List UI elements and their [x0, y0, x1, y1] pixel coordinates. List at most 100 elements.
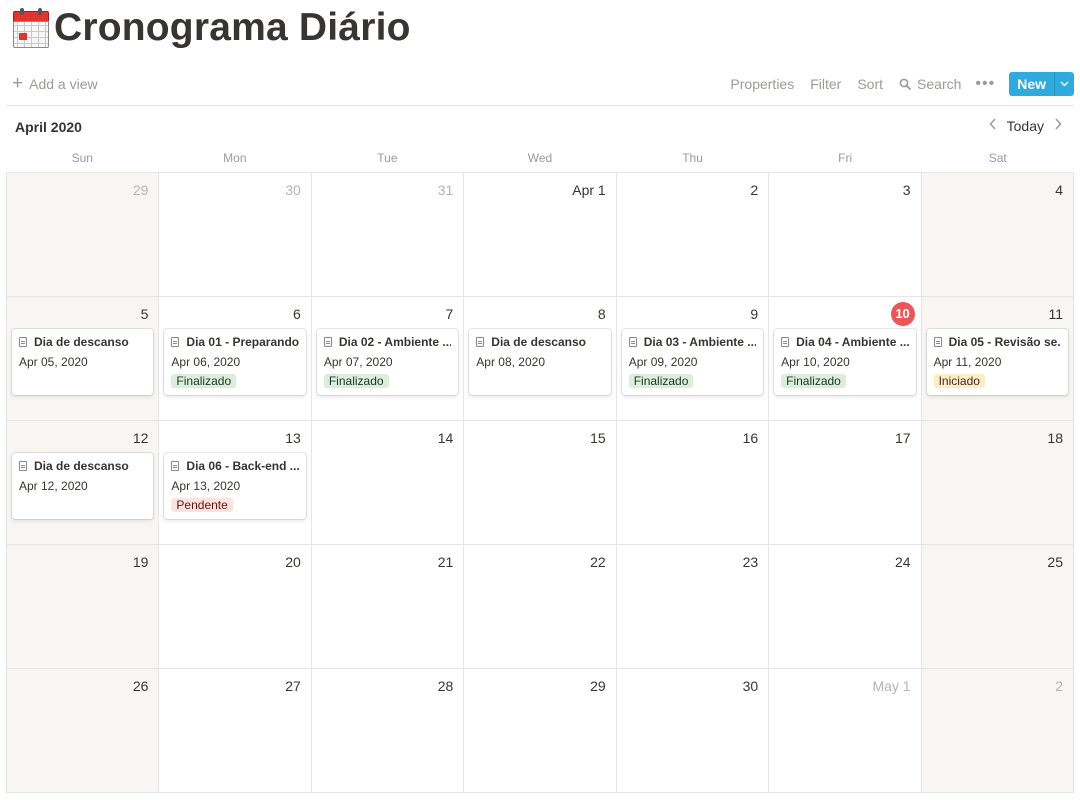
day-cell[interactable]: 14 — [311, 421, 465, 545]
day-cell[interactable]: 2 — [921, 669, 1074, 793]
event-card[interactable]: Dia de descanso Apr 08, 2020 — [469, 329, 611, 395]
day-cell[interactable]: 18 — [921, 421, 1074, 545]
day-cell[interactable]: 2 — [616, 173, 770, 297]
day-cell[interactable]: 3 — [769, 173, 922, 297]
day-number: 19 — [132, 554, 149, 570]
sort-button[interactable]: Sort — [857, 76, 883, 92]
day-cell[interactable]: 27 — [159, 669, 312, 793]
day-number: 11 — [1048, 306, 1063, 322]
day-cell[interactable]: 5 Dia de descanso Apr 05, 2020 — [7, 297, 160, 421]
event-card[interactable]: Dia de descanso Apr 12, 2020 — [12, 453, 154, 519]
view-toolbar: + Add a view Properties Filter Sort Sear… — [6, 68, 1074, 106]
day-number: 12 — [132, 430, 149, 446]
day-number: 13 — [285, 430, 301, 446]
day-number: 21 — [437, 554, 454, 570]
day-cell[interactable]: 16 — [616, 421, 770, 545]
filter-button[interactable]: Filter — [810, 76, 841, 92]
page-document-icon — [628, 337, 637, 347]
day-number: 7 — [445, 306, 454, 322]
event-date: Apr 09, 2020 — [628, 355, 698, 369]
event-title-row: Dia de descanso — [476, 335, 603, 349]
day-cell[interactable]: 30 — [159, 173, 312, 297]
add-view-button[interactable]: + Add a view — [12, 74, 98, 93]
event-title-row: Dia 01 - Preparando... — [171, 335, 299, 349]
weekday-label-fri: Fri — [838, 151, 853, 165]
event-card[interactable]: Dia 06 - Back-end ... Apr 13, 2020 Pendent… — [164, 453, 306, 519]
event-title: Dia 04 - Ambiente ... — [796, 335, 909, 349]
day-cell[interactable]: 8 Dia de descanso Apr 08, 2020 — [464, 297, 617, 421]
day-cell[interactable]: 21 — [311, 545, 465, 669]
event-card[interactable]: Dia 01 - Preparando... Apr 06, 2020 Finali… — [164, 329, 306, 395]
day-cell[interactable]: 23 — [616, 545, 770, 669]
search-button[interactable]: Search — [899, 76, 961, 92]
event-title: Dia 03 - Ambiente ... — [643, 335, 757, 349]
event-card[interactable]: Dia 03 - Ambiente ... Apr 09, 2020 Finaliz… — [621, 329, 764, 395]
day-cell[interactable]: 11 Dia 05 - Revisão se... Apr 11, 2020 Inic… — [921, 297, 1074, 421]
page-document-icon — [323, 337, 332, 347]
event-date: Apr 13, 2020 — [171, 479, 241, 493]
event-title-row: Dia 06 - Back-end ... — [171, 459, 299, 473]
new-button[interactable]: New — [1009, 72, 1054, 96]
day-cell[interactable]: 13 Dia 06 - Back-end ... Apr 13, 2020 Pende… — [159, 421, 312, 545]
event-card[interactable]: Dia 05 - Revisão se... Apr 11, 2020 Inicia… — [926, 329, 1068, 395]
day-cell[interactable]: May 1 — [769, 669, 922, 793]
day-cell[interactable]: 24 — [769, 545, 922, 669]
day-number: 28 — [437, 678, 454, 694]
day-cell[interactable]: 12 Dia de descanso Apr 12, 2020 — [7, 421, 160, 545]
event-card[interactable]: Dia 04 - Ambiente ... Apr 10, 2020 Finaliz… — [774, 329, 916, 395]
day-cell[interactable]: 22 — [464, 545, 617, 669]
day-cell[interactable]: 17 — [769, 421, 922, 545]
day-number: 9 — [750, 306, 759, 322]
properties-button[interactable]: Properties — [730, 76, 794, 92]
next-month-chevron-icon[interactable] — [1048, 117, 1068, 135]
status-badge: Finalizado — [781, 374, 846, 388]
day-cell[interactable]: Apr 1 — [464, 173, 617, 297]
day-cell[interactable]: 7 Dia 02 - Ambiente ... Apr 07, 2020 Finali… — [311, 297, 465, 421]
event-title-row: Dia de descanso — [19, 335, 146, 349]
day-number: 17 — [894, 430, 911, 446]
status-badge: Pendente — [171, 498, 233, 512]
day-cell[interactable]: 26 — [7, 669, 160, 793]
page-document-icon — [19, 337, 27, 347]
status-badge: Finalizado — [323, 374, 389, 388]
page-document-icon — [781, 337, 790, 347]
day-cell[interactable]: 15 — [464, 421, 617, 545]
event-title: Dia de descanso — [34, 335, 129, 349]
calendar-emoji-icon[interactable] — [12, 8, 50, 48]
day-cell[interactable]: 25 — [921, 545, 1074, 669]
weekday-label-sun: Sun — [71, 151, 93, 165]
day-cell[interactable]: 29 — [464, 669, 617, 793]
more-options-icon[interactable]: ••• — [975, 75, 995, 93]
event-card[interactable]: Dia de descanso Apr 05, 2020 — [12, 329, 154, 395]
day-cell[interactable]: 28 — [311, 669, 465, 793]
day-cell[interactable]: 19 — [7, 545, 160, 669]
day-number: 23 — [742, 554, 759, 570]
previous-month-chevron-icon[interactable] — [983, 117, 1003, 135]
day-number: 31 — [437, 182, 454, 198]
day-cell[interactable]: 9 Dia 03 - Ambiente ... Apr 09, 2020 Finali… — [616, 297, 770, 421]
day-cell[interactable]: 10 Dia 04 - Ambiente ... Apr 10, 2020 Final… — [769, 297, 922, 421]
day-number: 30 — [285, 182, 301, 198]
event-date: Apr 06, 2020 — [171, 355, 241, 369]
event-title: Dia de descanso — [491, 335, 586, 349]
weekday-label-sat: Sat — [988, 151, 1007, 165]
event-date: Apr 12, 2020 — [19, 479, 88, 493]
day-cell[interactable]: 30 — [616, 669, 770, 793]
day-cell[interactable]: 29 — [7, 173, 160, 297]
day-cell[interactable]: 4 — [921, 173, 1074, 297]
day-number: 22 — [590, 554, 606, 570]
add-view-label: Add a view — [29, 76, 98, 92]
month-navigation: Today — [983, 117, 1068, 135]
day-number: 2 — [750, 182, 759, 198]
page-title[interactable]: Cronograma Diário — [54, 6, 411, 50]
day-number: 24 — [894, 554, 911, 570]
today-button[interactable]: Today — [1003, 118, 1048, 134]
event-card[interactable]: Dia 02 - Ambiente ... Apr 07, 2020 Finaliz… — [316, 329, 459, 395]
event-date: Apr 10, 2020 — [781, 355, 850, 369]
day-cell[interactable]: 31 — [311, 173, 465, 297]
new-dropdown-chevron-icon[interactable] — [1054, 72, 1074, 96]
day-cell[interactable]: 6 Dia 01 - Preparando... Apr 06, 2020 Final… — [159, 297, 312, 421]
day-number: 29 — [132, 182, 149, 198]
day-cell[interactable]: 20 — [159, 545, 312, 669]
day-number: 30 — [742, 678, 759, 694]
